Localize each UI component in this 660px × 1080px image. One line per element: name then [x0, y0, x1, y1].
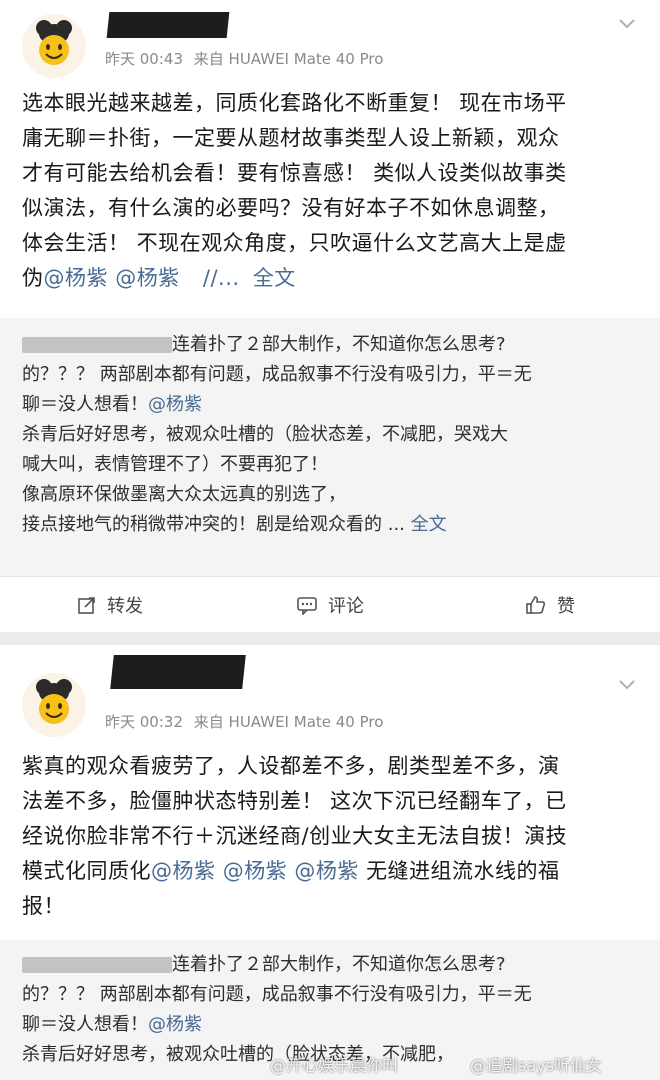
mention-link[interactable]: @杨紫	[44, 266, 109, 290]
quoted-username-redacted	[22, 337, 172, 353]
body-line: 经说你脸非常不行＋沉迷经商/创业大女主无法自拔！演技	[22, 824, 568, 848]
like-button[interactable]: 赞	[440, 577, 660, 633]
watermark: @追剧says听仙女	[470, 1056, 602, 1075]
full-text-link[interactable]: 全文	[253, 266, 296, 290]
quote-line: 的？？？ 两部剧本都有问题，成品叙事不行没有吸引力，平＝无	[22, 984, 532, 1005]
quoted-username-redacted	[22, 957, 172, 973]
watermark: @开心娱乐晨你叫	[270, 1056, 399, 1075]
username-redacted[interactable]	[106, 12, 230, 38]
post-meta: 昨天 00:32 来自 HUAWEI Mate 40 Pro	[105, 711, 389, 732]
avatar-emoji-icon	[22, 14, 86, 78]
quote-line: 接点接地气的稍微带冲突的！剧是给观众看的 ...	[22, 514, 405, 535]
mention-link[interactable]: @杨紫	[148, 1014, 202, 1035]
body-line: 无缝进组流水线的福	[366, 859, 560, 883]
comment-icon	[297, 597, 317, 615]
mention-link[interactable]: @杨紫	[223, 859, 288, 883]
comment-label: 评论	[328, 596, 364, 617]
quoted-body: 连着扑了２部大制作，不知道你怎么思考? 的？？？ 两部剧本都有问题，成品叙事不行…	[22, 330, 636, 540]
full-text-link[interactable]: 全文	[411, 514, 447, 535]
repost-icon	[78, 597, 95, 614]
quote-line: 杀青后好好思考，被观众吐槽的（脸状态差，不减肥，哭戏大	[22, 424, 508, 445]
chevron-down-icon[interactable]	[618, 679, 636, 691]
weibo-post-1: 昨天 00:43 来自 HUAWEI Mate 40 Pro 选本眼光越来越差，…	[0, 0, 660, 632]
avatar-emoji-icon	[22, 673, 86, 737]
body-line: 模式化同质化	[22, 859, 151, 883]
body-line: 选本眼光越来越差，同质化套路化不断重复！ 现在市场平	[22, 91, 567, 115]
repost-separator: //...	[202, 266, 240, 290]
mention-link[interactable]: @杨紫	[115, 266, 180, 290]
repost-button[interactable]: 转发	[0, 577, 220, 633]
avatar[interactable]	[22, 673, 86, 737]
chevron-down-icon[interactable]	[618, 18, 636, 30]
post-source: 来自 HUAWEI Mate 40 Pro	[193, 713, 384, 731]
body-line: 法差不多，脸僵肿状态特别差！ 这次下沉已经翻车了，已	[22, 789, 567, 813]
repost-label: 转发	[107, 596, 143, 617]
mention-link[interactable]: @杨紫	[294, 859, 359, 883]
body-line-last: 伪@杨紫 @杨紫 //... 全文	[22, 266, 296, 290]
post-meta: 昨天 00:43 来自 HUAWEI Mate 40 Pro	[105, 48, 389, 69]
body-line: 报！	[22, 894, 65, 918]
username-redacted[interactable]	[110, 655, 246, 689]
like-label: 赞	[557, 596, 575, 617]
post-time: 昨天 00:32	[105, 713, 183, 731]
body-line: 似演法，有什么演的必要吗？没有好本子不如休息调整，	[22, 196, 560, 220]
quoted-post[interactable]: 连着扑了２部大制作，不知道你怎么思考? 的？？？ 两部剧本都有问题，成品叙事不行…	[0, 318, 660, 576]
body-line: 庸无聊＝扑街，一定要从题材故事类型人设上新颖，观众	[22, 126, 560, 150]
body-line: 体会生活！ 不现在观众角度，只吹逼什么文艺高大上是虚	[22, 231, 567, 255]
thumbs-up-icon	[526, 596, 546, 614]
quote-line: 喊大叫，表情管理不了）不要再犯了！	[22, 454, 328, 475]
post-body: 选本眼光越来越差，同质化套路化不断重复！ 现在市场平 庸无聊＝扑街，一定要从题材…	[22, 86, 636, 296]
post-body: 紫真的观众看疲劳了，人设都差不多，剧类型差不多，演 法差不多，脸僵肿状态特别差！…	[22, 749, 636, 924]
quote-line: 连着扑了２部大制作，不知道你怎么思考?	[172, 954, 506, 975]
quote-line: 的？？？ 两部剧本都有问题，成品叙事不行没有吸引力，平＝无	[22, 364, 532, 385]
post-time: 昨天 00:43	[105, 50, 183, 68]
post-source: 来自 HUAWEI Mate 40 Pro	[193, 50, 384, 68]
mention-link[interactable]: @杨紫	[148, 394, 202, 415]
body-line: 才有可能去给机会看！要有惊喜感！ 类似人设类似故事类	[22, 161, 567, 185]
comment-button[interactable]: 评论	[220, 577, 440, 633]
quote-line: 像高原环保做墨离大众太远真的别选了，	[22, 484, 346, 505]
quote-line: 连着扑了２部大制作，不知道你怎么思考?	[172, 334, 506, 355]
quote-line: 聊＝没人想看！	[22, 1014, 148, 1035]
weibo-post-2: 昨天 00:32 来自 HUAWEI Mate 40 Pro 紫真的观众看疲劳了…	[0, 645, 660, 1080]
action-bar: 转发 评论 赞	[0, 576, 660, 633]
avatar[interactable]	[22, 14, 86, 78]
mention-link[interactable]: @杨紫	[151, 859, 216, 883]
quote-line: 聊＝没人想看！	[22, 394, 148, 415]
body-line: 紫真的观众看疲劳了，人设都差不多，剧类型差不多，演	[22, 754, 560, 778]
post-divider	[0, 632, 660, 645]
